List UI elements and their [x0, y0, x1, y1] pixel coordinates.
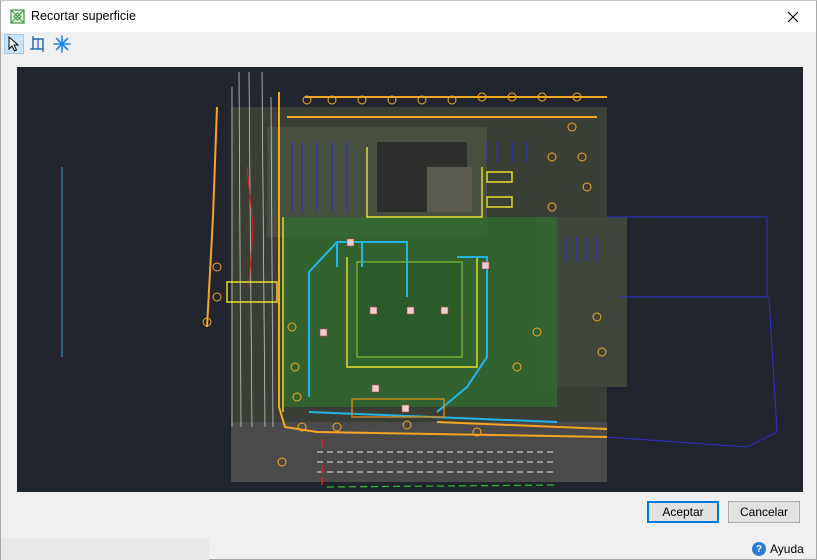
select-tool-button[interactable] [4, 34, 24, 54]
status-strip [1, 538, 209, 560]
dialog-window: Recortar superficie Aceptar Cancelar ? A… [0, 0, 817, 560]
help-link[interactable]: ? Ayuda [752, 542, 804, 556]
accept-button[interactable]: Aceptar [647, 501, 719, 523]
close-icon [787, 11, 799, 22]
help-label: Ayuda [770, 542, 804, 556]
select-arrow-icon [8, 36, 20, 52]
surface-crop-icon [10, 9, 25, 24]
toolbar [1, 32, 816, 58]
cad-site-plan [61, 71, 778, 488]
help-icon: ? [752, 542, 766, 556]
cancel-button[interactable]: Cancelar [728, 501, 800, 523]
dialog-title: Recortar superficie [31, 9, 136, 23]
crop-rectangle-button[interactable] [28, 34, 48, 54]
surface-preview-viewport[interactable] [17, 67, 803, 492]
snowflake-filter-button[interactable] [52, 34, 72, 54]
close-button[interactable] [770, 1, 816, 32]
snowflake-filter-icon [53, 35, 71, 53]
crop-rectangle-icon [30, 36, 44, 52]
title-bar: Recortar superficie [1, 1, 816, 32]
